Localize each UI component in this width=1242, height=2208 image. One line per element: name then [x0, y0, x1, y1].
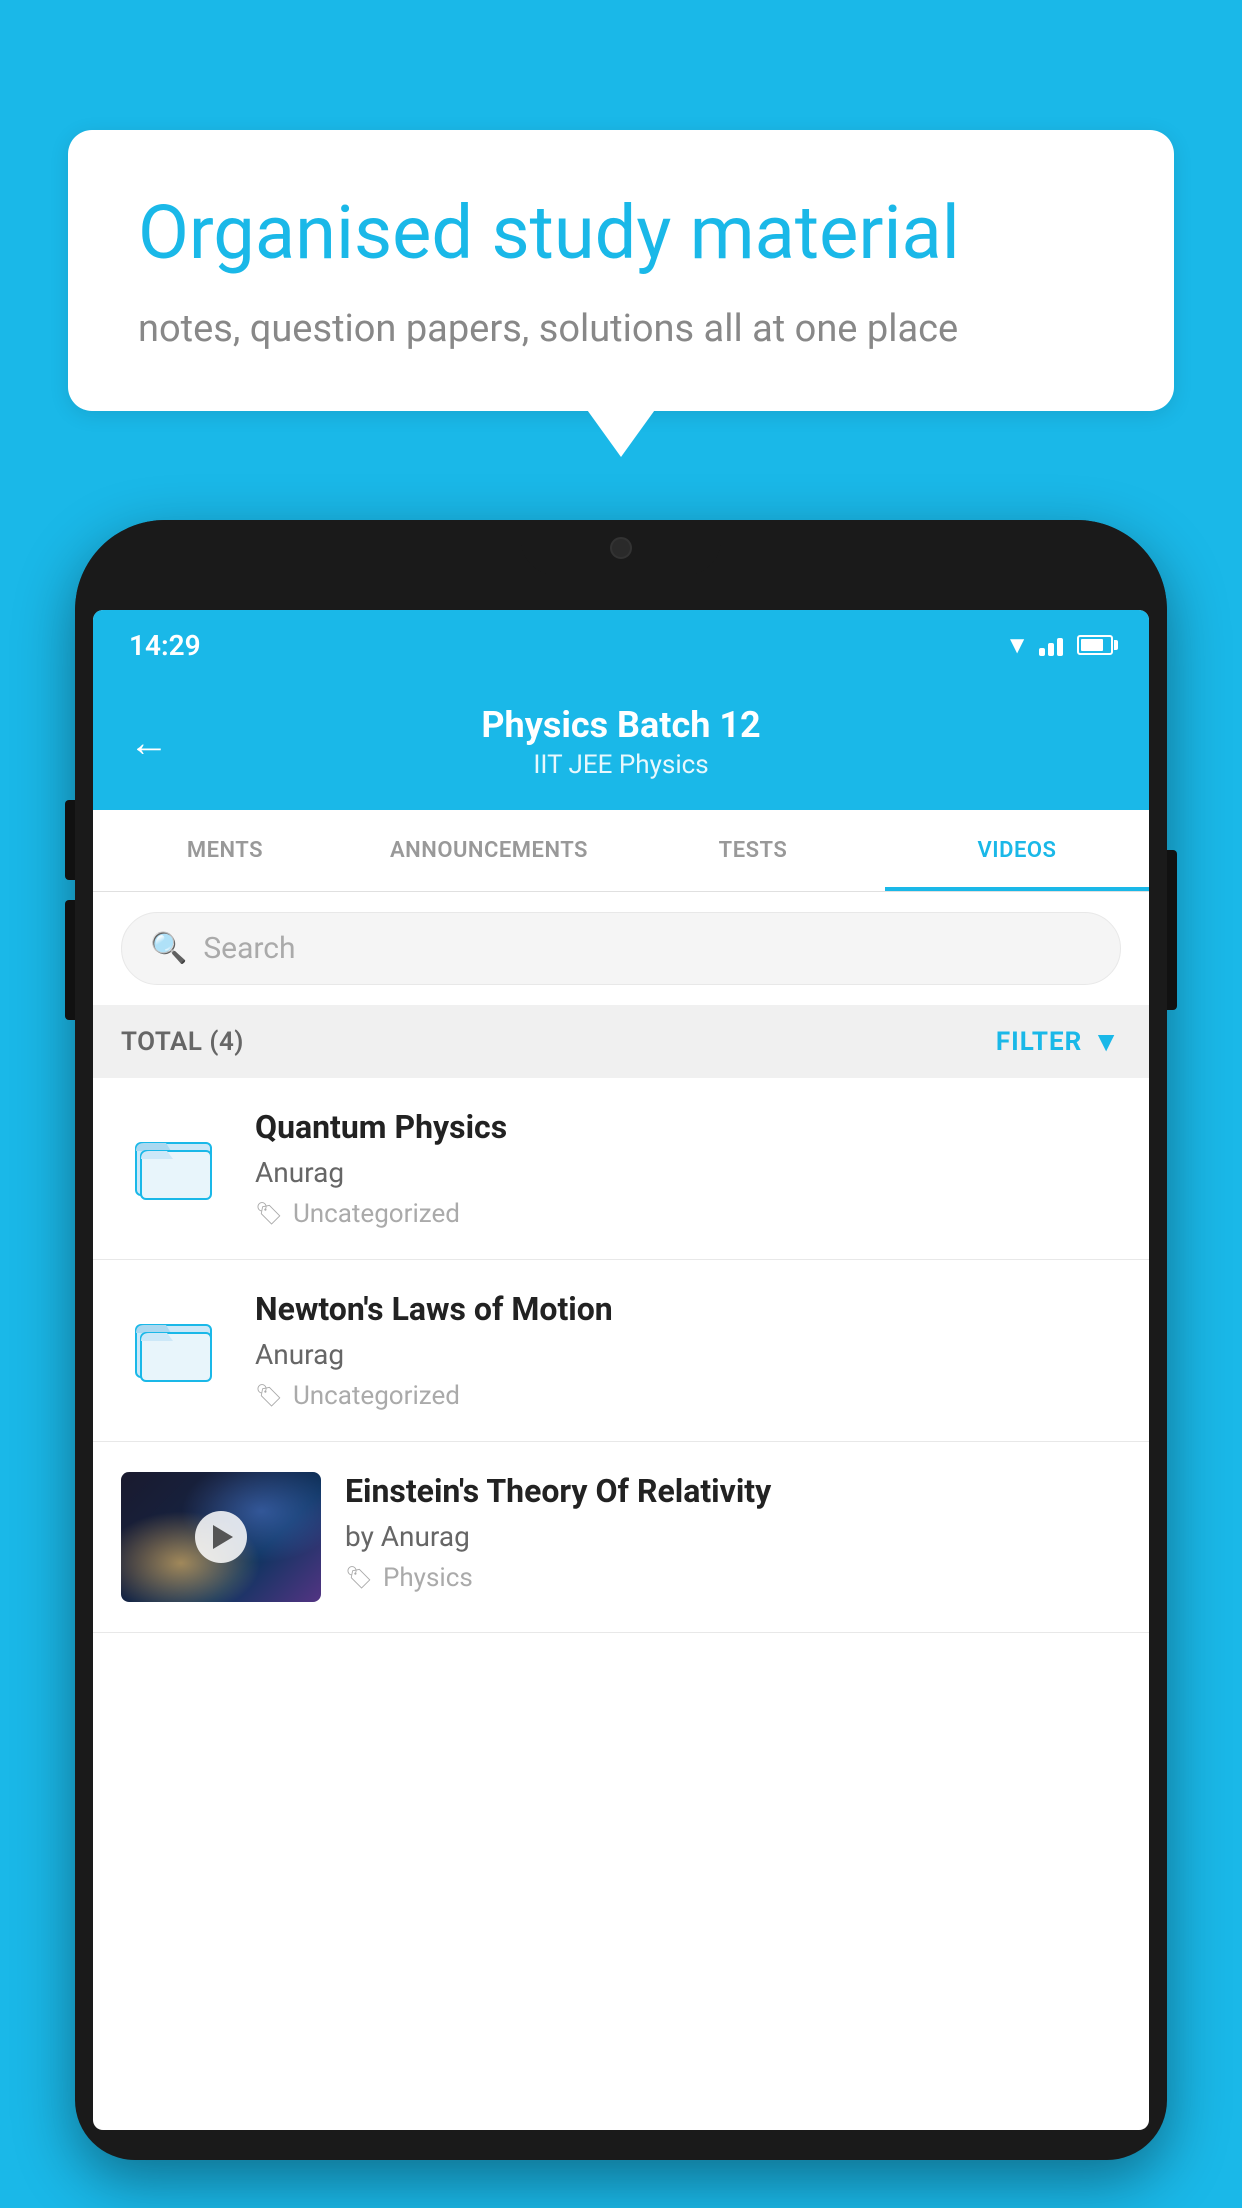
folder-thumb-2 — [121, 1290, 231, 1400]
video-author-3: by Anurag — [345, 1520, 1121, 1553]
search-icon: 🔍 — [150, 931, 187, 966]
battery-icon — [1077, 635, 1113, 655]
video-tag-1: 🏷 Uncategorized — [255, 1199, 1121, 1229]
list-item[interactable]: Newton's Laws of Motion Anurag 🏷 Uncateg… — [93, 1260, 1149, 1442]
tab-videos[interactable]: VIDEOS — [885, 810, 1149, 891]
video-thumbnail-3 — [121, 1472, 321, 1602]
power-button[interactable] — [1167, 850, 1177, 1010]
speech-bubble-title: Organised study material — [138, 190, 1104, 279]
status-bar: 14:29 ▼ — [93, 610, 1149, 680]
notch — [521, 520, 721, 575]
folder-icon — [131, 1305, 221, 1385]
video-tag-3: 🏷 Physics — [345, 1563, 1121, 1593]
phone-screen: 14:29 ▼ ← — [93, 610, 1149, 2130]
app-header: ← Physics Batch 12 IIT JEE Physics — [93, 680, 1149, 810]
video-list: Quantum Physics Anurag 🏷 Uncategorized — [93, 1078, 1149, 1633]
tag-icon-2: 🏷 — [255, 1384, 283, 1409]
back-button[interactable]: ← — [129, 719, 169, 766]
batch-subtitle: IIT JEE Physics — [193, 750, 1049, 780]
tab-announcements[interactable]: ANNOUNCEMENTS — [357, 810, 621, 891]
tab-bar: MENTS ANNOUNCEMENTS TESTS VIDEOS — [93, 810, 1149, 892]
status-time: 14:29 — [129, 629, 201, 662]
video-title-3: Einstein's Theory Of Relativity — [345, 1472, 1121, 1510]
tab-tests[interactable]: TESTS — [621, 810, 885, 891]
signal-icon — [1039, 634, 1063, 656]
video-title-2: Newton's Laws of Motion — [255, 1290, 1121, 1328]
phone-outer: 14:29 ▼ ← — [75, 520, 1167, 2160]
play-button-icon[interactable] — [195, 1511, 247, 1563]
search-bar[interactable]: 🔍 Search — [121, 912, 1121, 985]
volume-down-button[interactable] — [65, 900, 75, 1020]
volume-up-button[interactable] — [65, 800, 75, 880]
filter-label: FILTER — [996, 1027, 1082, 1057]
speech-bubble-subtitle: notes, question papers, solutions all at… — [138, 307, 1104, 351]
video-author-1: Anurag — [255, 1156, 1121, 1189]
video-info-2: Newton's Laws of Motion Anurag 🏷 Uncateg… — [255, 1290, 1121, 1411]
tab-ments[interactable]: MENTS — [93, 810, 357, 891]
tag-icon-1: 🏷 — [255, 1202, 283, 1227]
video-info-3: Einstein's Theory Of Relativity by Anura… — [345, 1472, 1121, 1593]
search-input[interactable]: Search — [203, 931, 295, 966]
filter-funnel-icon: ▼ — [1092, 1025, 1121, 1058]
video-tag-2: 🏷 Uncategorized — [255, 1381, 1121, 1411]
batch-title: Physics Batch 12 — [193, 704, 1049, 746]
total-count: TOTAL (4) — [121, 1027, 244, 1057]
video-info-1: Quantum Physics Anurag 🏷 Uncategorized — [255, 1108, 1121, 1229]
play-triangle — [213, 1525, 233, 1549]
list-item[interactable]: Quantum Physics Anurag 🏷 Uncategorized — [93, 1078, 1149, 1260]
wifi-icon: ▼ — [1005, 631, 1029, 660]
status-icons: ▼ — [1005, 631, 1113, 660]
folder-thumb-1 — [121, 1108, 231, 1218]
phone-top-bar — [75, 520, 1167, 610]
folder-icon — [131, 1123, 221, 1203]
filter-bar: TOTAL (4) FILTER ▼ — [93, 1005, 1149, 1078]
speech-bubble-section: Organised study material notes, question… — [68, 130, 1174, 411]
camera — [610, 537, 632, 559]
header-title-block: Physics Batch 12 IIT JEE Physics — [193, 704, 1049, 780]
filter-button[interactable]: FILTER ▼ — [996, 1025, 1121, 1058]
tag-icon-3: 🏷 — [345, 1566, 373, 1591]
speech-bubble-card: Organised study material notes, question… — [68, 130, 1174, 411]
search-bar-wrapper: 🔍 Search — [93, 892, 1149, 1005]
video-author-2: Anurag — [255, 1338, 1121, 1371]
video-title-1: Quantum Physics — [255, 1108, 1121, 1146]
list-item[interactable]: Einstein's Theory Of Relativity by Anura… — [93, 1442, 1149, 1633]
phone-mockup: 14:29 ▼ ← — [75, 520, 1167, 2208]
